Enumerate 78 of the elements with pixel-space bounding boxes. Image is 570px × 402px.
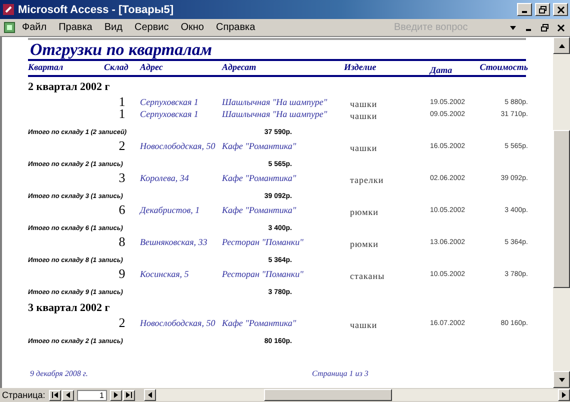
store-number: 3: [118, 170, 126, 186]
column-header: Стоимость: [478, 61, 528, 74]
scrollbar-thumb[interactable]: [264, 389, 392, 401]
first-page-icon: [51, 391, 60, 399]
product-cell-text: чашки: [349, 98, 378, 108]
recipient-cell-text: Ресторан "Поманки": [222, 237, 304, 247]
last-page-icon: [124, 391, 133, 399]
down-arrow-icon: [558, 376, 566, 384]
column-header: Изделие: [344, 61, 378, 74]
menu-item[interactable]: Правка: [54, 21, 98, 34]
window-title: Microsoft Access - [Товары5]: [18, 4, 174, 16]
page-number: Страница 1 из 3: [312, 369, 368, 378]
print-date: 9 декабря 2008 г.: [30, 369, 88, 378]
caret-icon[interactable]: [508, 24, 516, 32]
right-arrow-icon: [560, 391, 568, 399]
column-header: Склад: [104, 61, 130, 74]
report-title: Отгрузки по кварталам: [29, 40, 213, 59]
scrollbar-thumb[interactable]: [553, 130, 570, 288]
menu-item[interactable]: Окно: [176, 21, 209, 34]
address-cell-text: Декабристов, 1: [140, 205, 201, 215]
address-cell-text: Новослободская, 50: [140, 141, 216, 151]
page-number-field[interactable]: 1: [76, 390, 107, 400]
scroll-up-button[interactable]: [553, 37, 570, 54]
recipient-cell-text: Шашлычная "На шампуре": [222, 109, 328, 119]
left-arrow-icon: [146, 391, 154, 399]
recipient-cell-text: Кафе "Романтика": [222, 173, 298, 183]
recipient-cell-text: Кафе "Романтика": [222, 141, 298, 151]
column-header: Дата: [430, 64, 454, 76]
menu-item[interactable]: Вид: [99, 21, 128, 34]
address-cell-text: Королева, 34: [140, 173, 190, 183]
address-cell-text: Косинская, 5: [140, 269, 190, 279]
product-cell-text: чашки: [349, 142, 378, 152]
quarter-heading: 2 квартал 2002 г: [28, 80, 111, 94]
store-number: 6: [118, 202, 126, 218]
store-number: 2: [118, 138, 126, 154]
store-number: 8: [118, 234, 126, 250]
menu-item[interactable]: Файл: [17, 21, 52, 34]
address-cell-text: Вешняковская, 33: [140, 237, 208, 247]
product-cell-text: рюмки: [349, 206, 380, 216]
recipient-cell-text: Кафе "Романтика": [222, 318, 298, 328]
recipient-cell-text: Ресторан "Поманки": [222, 269, 304, 279]
address-cell-text: Серпуховская 1: [140, 109, 200, 119]
quarter-heading: 3 квартал 2002 г: [28, 301, 111, 315]
scroll-right-button[interactable]: [558, 389, 570, 401]
next-page-button[interactable]: [110, 390, 122, 400]
close-button[interactable]: [553, 3, 568, 16]
store-number: 2: [118, 315, 126, 331]
column-header: Квартал: [28, 61, 64, 74]
minimize-button[interactable]: [517, 3, 532, 16]
restore-icon: [538, 6, 546, 14]
first-page-button[interactable]: [49, 390, 62, 400]
product-cell-text: тарелки: [349, 174, 385, 184]
scroll-left-button[interactable]: [144, 389, 156, 401]
product-cell-text: стаканы: [349, 270, 386, 280]
product-cell-text: чашки: [349, 110, 378, 120]
address-cell-text: Серпуховская 1: [140, 97, 200, 107]
up-arrow-icon: [558, 42, 566, 50]
column-header: Адресат: [222, 61, 258, 74]
restore-icon[interactable]: [540, 24, 548, 32]
restore-button[interactable]: [535, 3, 550, 16]
recipient-cell-text: Кафе "Романтика": [222, 205, 298, 215]
last-page-button[interactable]: [122, 390, 135, 400]
product-cell-text: чашки: [349, 318, 378, 330]
menu-item[interactable]: Сервис: [129, 21, 174, 34]
scroll-down-button[interactable]: [553, 371, 570, 388]
close-icon[interactable]: [556, 24, 564, 32]
left-arrow-icon: [64, 391, 72, 399]
product-cell-text: рюмки: [349, 238, 380, 248]
store-number: 9: [118, 266, 126, 282]
right-arrow-icon: [112, 391, 120, 399]
previous-page-button[interactable]: [62, 390, 74, 400]
menu-item[interactable]: Справка: [210, 21, 260, 34]
form-icon: [4, 22, 15, 33]
page-label: Страница:: [2, 390, 46, 400]
close-icon: [556, 6, 564, 14]
column-header: Адрес: [140, 61, 164, 74]
address-cell-text: Новослободская, 50: [140, 318, 216, 328]
recipient-cell-text: Шашлычная "На шампуре": [222, 97, 328, 107]
